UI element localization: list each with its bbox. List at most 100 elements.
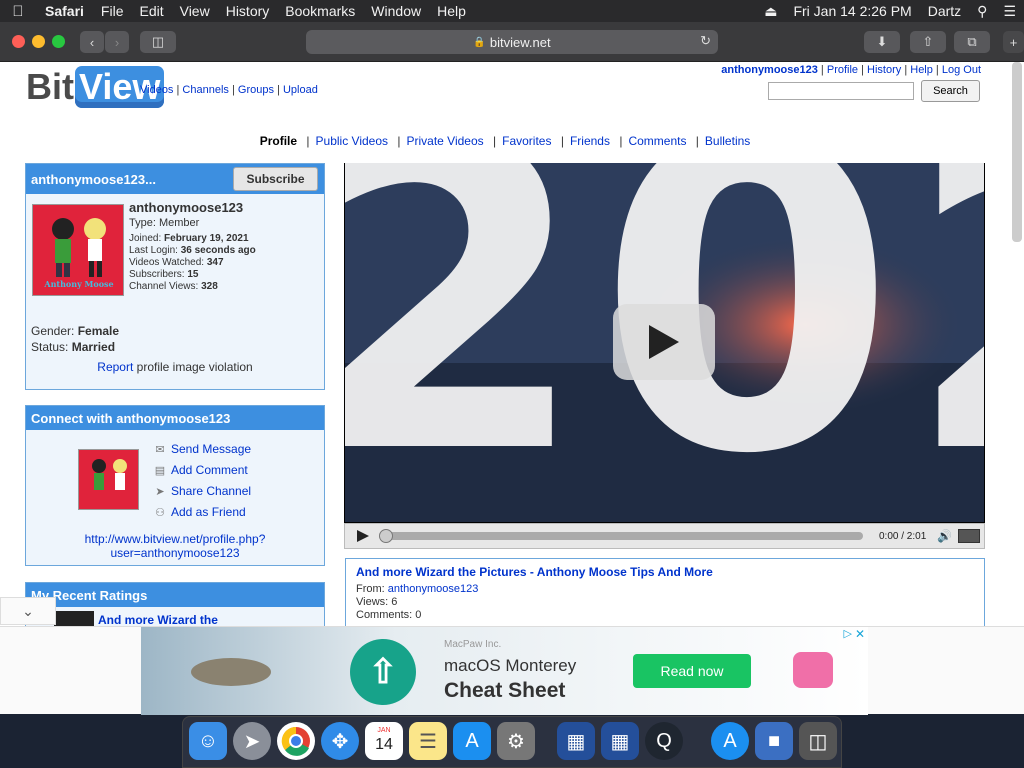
nav-channels[interactable]: Channels	[182, 84, 228, 96]
user-nav-help[interactable]: Help	[910, 64, 933, 76]
safari-icon[interactable]: ✥	[321, 722, 359, 760]
subnav-favorites[interactable]: Favorites	[502, 134, 551, 148]
eject-icon[interactable]: ⏏	[756, 3, 785, 20]
finder-icon[interactable]: ☺	[189, 722, 227, 760]
ad-close-icon[interactable]: ✕	[855, 627, 865, 641]
video-comments: Comments: 0	[356, 609, 422, 621]
chrome-icon[interactable]	[277, 722, 315, 760]
video-frame[interactable]: 202	[345, 163, 984, 522]
add-friend-action[interactable]: ⚇ Add as Friend	[151, 505, 246, 519]
virtualbox-icon[interactable]: ▦	[557, 722, 595, 760]
menubar-clock[interactable]: Fri Jan 14 2:26 PM	[785, 3, 919, 19]
collapse-ad-button[interactable]: ⌄	[0, 597, 56, 625]
menu-window[interactable]: Window	[363, 3, 429, 19]
menu-edit[interactable]: Edit	[131, 3, 171, 19]
virtualbox-2-icon[interactable]: ▦	[601, 722, 639, 760]
seek-handle[interactable]	[379, 529, 393, 543]
address-bar[interactable]: 🔒 bitview.net ↻	[306, 30, 718, 54]
ad-content[interactable]: ⇧ MacPaw Inc. macOS Monterey Cheat Sheet…	[141, 627, 868, 715]
new-tab-icon[interactable]: +	[1003, 31, 1024, 53]
share-channel-action[interactable]: ➤ Share Channel	[151, 484, 251, 498]
user-nav-username[interactable]: anthonymoose123	[721, 64, 818, 76]
add-comment-action[interactable]: ▤ Add Comment	[151, 463, 248, 477]
launchpad-icon[interactable]: ➤	[233, 722, 271, 760]
menu-bar:  Safari File Edit View History Bookmark…	[0, 0, 1024, 22]
menu-file[interactable]: File	[93, 3, 132, 19]
ad-product-icon	[793, 652, 833, 688]
user-nav-logout[interactable]: Log Out	[942, 64, 981, 76]
downloads-folder-icon[interactable]: ■	[755, 722, 793, 760]
subnav-bulletins[interactable]: Bulletins	[705, 134, 750, 148]
trash-icon[interactable]: ◫	[799, 722, 837, 760]
zoom-window-button[interactable]	[52, 35, 65, 48]
profile-avatar[interactable]: Anthony Moose	[32, 204, 124, 296]
tabs-overview-icon[interactable]: ⧉	[954, 31, 990, 53]
send-message-action[interactable]: ✉ Send Message	[151, 442, 251, 456]
profile-username: anthonymoose123	[129, 200, 244, 215]
video-title-link[interactable]: And more Wizard the Pictures - Anthony M…	[356, 566, 974, 579]
forward-button[interactable]: ›	[105, 31, 129, 53]
nav-videos[interactable]: Videos	[140, 84, 173, 96]
user-nav-history[interactable]: History	[867, 64, 901, 76]
spotlight-icon[interactable]: ⚲	[969, 3, 995, 20]
ad-choices-icon[interactable]: ▷	[844, 627, 852, 640]
browser-toolbar: ‹ › ◫ 🔒 bitview.net ↻ ⬇ ⇧ ⧉ +	[0, 22, 1024, 62]
system-preferences-icon[interactable]: ⚙	[497, 722, 535, 760]
menubar-user[interactable]: Dartz	[920, 3, 969, 19]
menu-bookmarks[interactable]: Bookmarks	[277, 3, 363, 19]
app-menu[interactable]: Safari	[36, 3, 93, 19]
add-friend-link[interactable]: Add as Friend	[171, 505, 246, 519]
profile-url-line1[interactable]: http://www.bitview.net/profile.php?	[85, 532, 266, 546]
page-scrollbar[interactable]	[1012, 62, 1022, 242]
profile-gender: Gender: Female	[31, 324, 120, 338]
app-store-icon[interactable]: A	[453, 722, 491, 760]
control-center-icon[interactable]: ☰	[995, 3, 1024, 20]
web-page: Bit View Videos | Channels | Groups | Upl…	[0, 62, 1024, 714]
volume-icon[interactable]: 🔊	[937, 529, 952, 543]
subnav-public-videos[interactable]: Public Videos	[316, 134, 389, 148]
search-button[interactable]: Search	[921, 80, 980, 102]
profile-box-header: anthonymoose123... Subscribe	[26, 164, 324, 194]
nav-upload[interactable]: Upload	[283, 84, 318, 96]
play-button[interactable]	[349, 527, 379, 545]
subscribe-button[interactable]: Subscribe	[233, 167, 318, 191]
search-input[interactable]	[768, 82, 914, 100]
seek-bar[interactable]	[379, 529, 863, 543]
back-button[interactable]: ‹	[80, 31, 104, 53]
share-channel-link[interactable]: Share Channel	[171, 484, 251, 498]
menu-view[interactable]: View	[172, 3, 218, 19]
calendar-icon[interactable]: JAN 14	[365, 722, 403, 760]
envelope-icon: ✉	[155, 443, 165, 456]
menu-history[interactable]: History	[218, 3, 278, 19]
big-play-button[interactable]	[613, 304, 715, 380]
close-window-button[interactable]	[12, 35, 25, 48]
profile-url-line2[interactable]: user=anthonymoose123	[110, 546, 239, 560]
profile-url[interactable]: http://www.bitview.net/profile.php? user…	[26, 532, 324, 560]
ad-app-icon: ⇧	[350, 639, 416, 705]
notes-icon[interactable]: ☰	[409, 722, 447, 760]
menu-help[interactable]: Help	[429, 3, 474, 19]
subnav-friends[interactable]: Friends	[570, 134, 610, 148]
video-from-user-link[interactable]: anthonymoose123	[388, 583, 479, 595]
rating-item-link[interactable]: And more Wizard the	[98, 613, 218, 627]
connect-avatar[interactable]	[78, 449, 139, 510]
subnav-comments[interactable]: Comments	[628, 134, 686, 148]
sidebar-toggle-icon[interactable]: ◫	[140, 31, 176, 53]
share-icon[interactable]: ⇧	[910, 31, 946, 53]
subnav-private-videos[interactable]: Private Videos	[407, 134, 484, 148]
connect-box-header: Connect with anthonymoose123	[26, 406, 324, 430]
subnav-profile[interactable]: Profile	[260, 134, 297, 148]
add-comment-link[interactable]: Add Comment	[171, 463, 248, 477]
quicktime-icon[interactable]: Q	[645, 722, 683, 760]
app-store-downloads-icon[interactable]: A	[711, 722, 749, 760]
downloads-icon[interactable]: ⬇	[864, 31, 900, 53]
fullscreen-icon[interactable]	[957, 529, 980, 543]
ad-read-now-button[interactable]: Read now	[633, 654, 751, 688]
report-link[interactable]: Report	[97, 360, 133, 374]
reload-icon[interactable]: ↻	[700, 33, 711, 49]
user-nav-profile[interactable]: Profile	[827, 64, 858, 76]
apple-menu-icon[interactable]: 	[0, 3, 36, 20]
send-message-link[interactable]: Send Message	[171, 442, 251, 456]
minimize-window-button[interactable]	[32, 35, 45, 48]
nav-groups[interactable]: Groups	[238, 84, 274, 96]
